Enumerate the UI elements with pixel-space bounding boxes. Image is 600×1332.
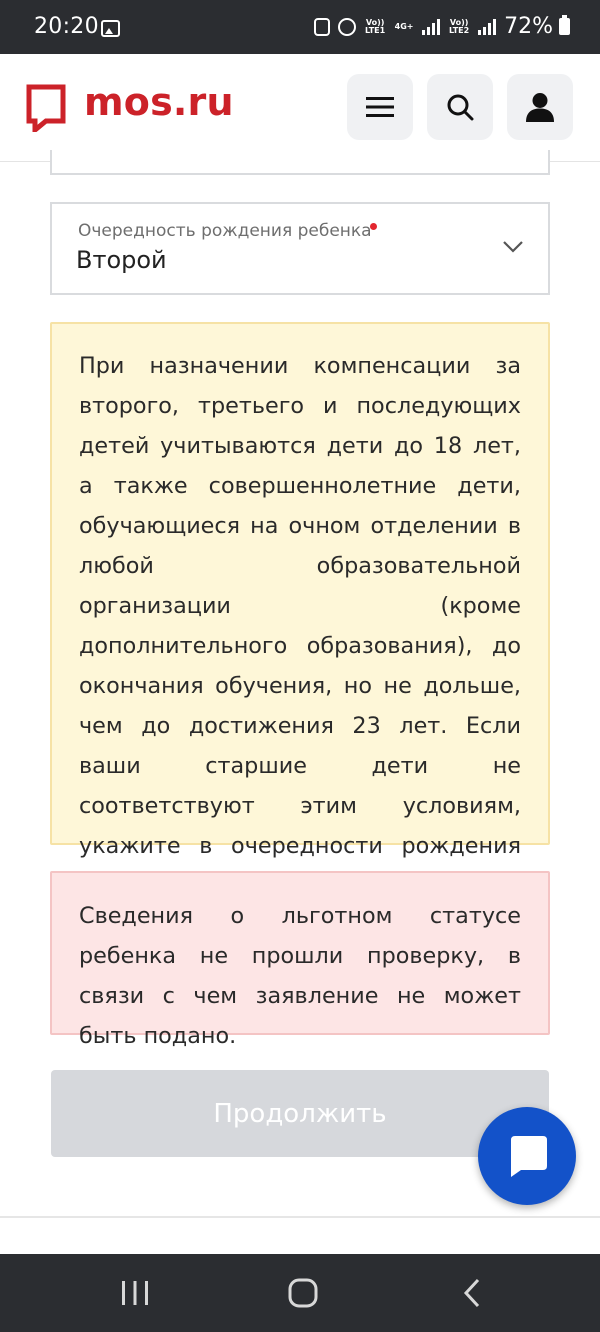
info-notice: При назначении компенсации за второго, т… — [50, 322, 550, 899]
birth-order-value: Второй — [76, 246, 167, 274]
footer-divider — [0, 1216, 600, 1218]
mos-logo-icon[interactable] — [26, 84, 66, 132]
home-button[interactable] — [273, 1270, 333, 1316]
status-time: 20:20 — [34, 14, 99, 39]
gallery-icon — [101, 20, 120, 37]
battery-percent: 72% — [504, 14, 553, 39]
system-nav-bar — [0, 1254, 600, 1332]
birth-order-select[interactable]: Очередность рождения ребенка Второй — [50, 202, 550, 295]
search-icon — [447, 94, 474, 121]
battery-saver-icon — [314, 17, 331, 36]
signal-icon — [478, 18, 497, 35]
alarm-icon — [338, 17, 357, 36]
birth-order-label: Очередность рождения ребенка — [78, 221, 372, 241]
info-notice-text: При назначении компенсации за второго, т… — [79, 353, 521, 899]
search-button[interactable] — [427, 74, 493, 140]
back-icon — [463, 1278, 480, 1308]
status-indicators: Vo)) LTE1 4G+ Vo)) LTE2 72% — [314, 14, 570, 39]
recent-apps-button[interactable] — [105, 1270, 165, 1316]
profile-button[interactable] — [507, 74, 573, 140]
error-notice-text: Сведения о льготном статусе ребенка не п… — [79, 903, 521, 1049]
home-icon — [288, 1278, 318, 1308]
back-button[interactable] — [442, 1270, 502, 1316]
continue-button[interactable]: Продолжить — [51, 1070, 549, 1157]
user-icon — [526, 93, 554, 122]
lte1-label: Vo)) LTE1 — [364, 17, 386, 35]
battery-icon — [559, 15, 570, 35]
menu-button[interactable] — [347, 74, 413, 140]
network-type-label: 4G+ — [394, 21, 414, 31]
lte2-label: Vo)) LTE2 — [448, 17, 470, 35]
logo-text[interactable]: mos.ru — [84, 80, 234, 124]
error-notice: Сведения о льготном статусе ребенка не п… — [50, 871, 550, 1049]
chat-button[interactable] — [478, 1107, 576, 1205]
previous-field[interactable] — [50, 150, 550, 175]
recent-apps-icon — [122, 1281, 148, 1305]
status-bar: 20:20 Vo)) LTE1 4G+ Vo)) LTE2 72% — [0, 0, 600, 54]
menu-icon — [366, 97, 394, 117]
signal-icon — [422, 18, 441, 35]
required-indicator — [370, 223, 377, 230]
chat-icon — [511, 1136, 547, 1177]
chevron-down-icon — [503, 241, 523, 253]
